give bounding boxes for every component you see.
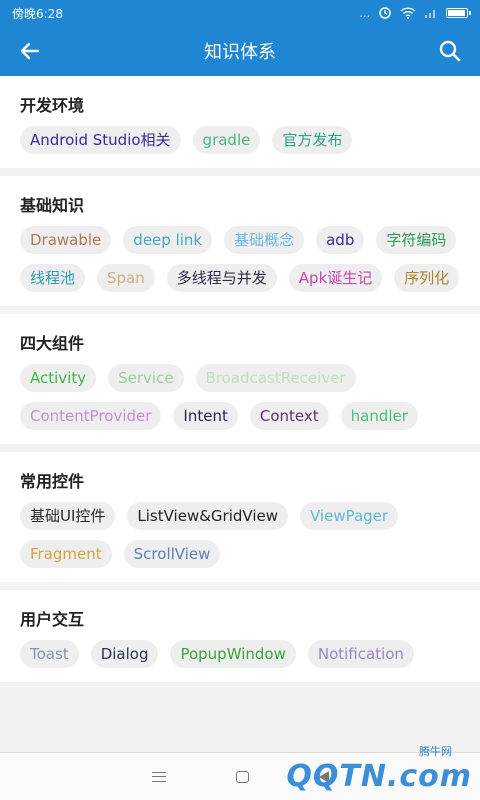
topic-chip[interactable]: BroadcastReceiver [195,364,356,392]
chip-group: Android Studio相关 gradle 官方发布 [20,126,460,154]
topic-chip[interactable]: Toast [20,640,79,668]
watermark-big-text: QQTN.com [286,759,472,794]
topic-chip[interactable]: 字符编码 [376,226,457,254]
search-icon [439,40,461,62]
topic-chip[interactable]: Fragment [20,540,112,568]
category-title: 四大组件 [20,334,85,353]
topic-chip[interactable]: Notification [307,640,414,668]
watermark-small-text: 腾牛网 [419,745,452,758]
topic-chip[interactable]: Apk诞生记 [288,264,383,292]
topic-chip[interactable]: Android Studio相关 [20,126,181,154]
category-card: 四大组件 Activity Service BroadcastReceiver Cont… [0,314,480,444]
battery-icon [446,8,471,18]
chip-group: Toast Dialog PopupWindow Notification [20,640,460,668]
category-title: 常用控件 [20,472,85,491]
topic-chip[interactable]: adb [316,226,365,254]
category-title: 开发环境 [20,96,85,115]
chip-group: Drawable deep link 基础概念 adb 字符编码线程池 Span 多线程与并… [20,226,460,292]
topic-chip[interactable]: Dialog [90,640,159,668]
topic-chip[interactable]: ContentProvider [20,402,162,430]
topic-chip[interactable]: Intent [173,402,238,430]
status-icons: ... [359,6,471,20]
category-card: 基础知识 Drawable deep link 基础概念 adb 字符编码线程池 Span 多… [0,176,480,306]
topic-chip[interactable]: 基础概念 [224,226,305,254]
more-dots: ... [359,6,371,20]
signal-icon [425,10,435,18]
topic-chip[interactable]: Service [108,364,184,392]
topic-chip[interactable]: ViewPager [300,502,399,530]
category-card: 常用控件基础UI控件 ListView&GridView ViewPager Frag… [0,452,480,582]
category-card: 开发环境 Android Studio相关 gradle 官方发布 [0,76,480,168]
watermark-logo: 腾牛网 QQTN.com [286,743,472,794]
topic-chip[interactable]: 基础UI控件 [20,502,116,530]
menu-icon[interactable] [151,771,166,782]
topic-chip[interactable]: 线程池 [20,264,86,292]
search-button[interactable] [432,33,468,69]
topic-chip[interactable]: ScrollView [123,540,221,568]
category-card: 用户交互 Toast Dialog PopupWindow Notification [0,590,480,682]
topic-chip[interactable]: gradle [192,126,261,154]
topic-chip[interactable]: Context [249,402,329,430]
chip-group: 基础UI控件 ListView&GridView ViewPager Fragment… [20,502,460,568]
wifi-icon [400,7,416,19]
chip-group: Activity Service BroadcastReceiver ContentP… [20,364,460,430]
arrow-left-icon [20,42,40,60]
topic-chip[interactable]: deep link [123,226,213,254]
app-bar: 知识体系 [0,26,480,76]
topic-chip[interactable]: 官方发布 [272,126,353,154]
topic-chip[interactable]: ListView&GridView [127,502,288,530]
back-button[interactable] [12,33,48,69]
status-time: 傍晚6:28 [12,6,63,21]
alarm-icon [379,7,391,19]
topic-chip[interactable]: Activity [20,364,97,392]
category-title: 用户交互 [20,610,85,629]
topic-chip[interactable]: Drawable [20,226,112,254]
knowledge-list[interactable]: 开发环境 Android Studio相关 gradle 官方发布基础知识 Drawab… [0,76,480,752]
page-title: 知识体系 [204,42,276,63]
topic-chip[interactable]: 序列化 [394,264,460,292]
topic-chip[interactable]: 多线程与并发 [166,264,277,292]
category-title: 基础知识 [20,196,85,215]
topic-chip[interactable]: Span [97,264,155,292]
status-bar: 傍晚6:28 ... [0,0,480,26]
topic-chip[interactable]: PopupWindow [170,640,296,668]
home-icon[interactable] [235,770,249,783]
topic-chip[interactable]: handler [340,402,418,430]
